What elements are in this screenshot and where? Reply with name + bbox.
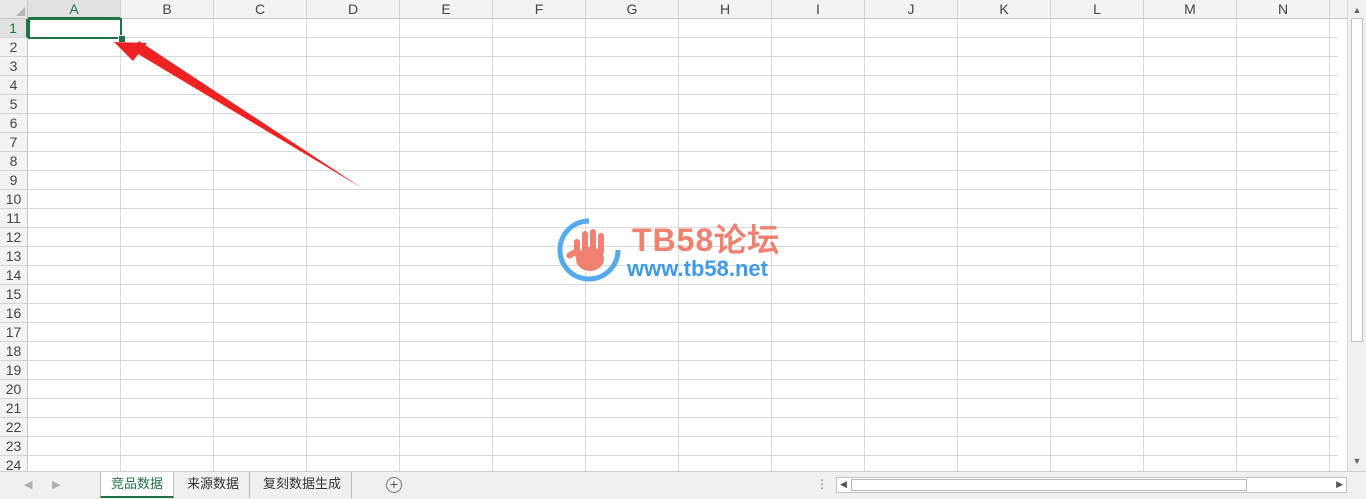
prev-sheet-icon[interactable]: ◀ [24,478,32,491]
horizontal-scrollbar[interactable]: ◀ ▶ [836,477,1347,493]
scroll-right-icon[interactable]: ▶ [1336,479,1343,490]
watermark-logo-icon [556,217,622,283]
more-dots-icon[interactable]: ⋮ [816,477,828,491]
sheet-tab-label: 复刻数据生成 [263,476,342,491]
sheet-tab-bar: ◀ ▶ 竞品数据 来源数据 复刻数据生成 + ⋮ ◀ ▶ [0,471,1366,499]
sheet-tab-2[interactable]: 复刻数据生成 [253,472,353,498]
sheet-tab-0[interactable]: 竞品数据 [100,472,175,498]
sheet-tab-label: 竞品数据 [111,476,164,491]
next-sheet-icon[interactable]: ▶ [52,478,60,491]
horizontal-scroll-thumb[interactable] [851,479,1247,491]
sheet-tab-label: 来源数据 [187,476,240,491]
watermark-url: www.tb58.net [627,256,768,281]
scroll-left-icon[interactable]: ◀ [840,479,847,490]
plus-circle-icon[interactable]: + [386,477,402,493]
watermark-title: TB58论坛 [632,222,781,258]
sheet-tab-1[interactable]: 来源数据 [177,472,251,498]
